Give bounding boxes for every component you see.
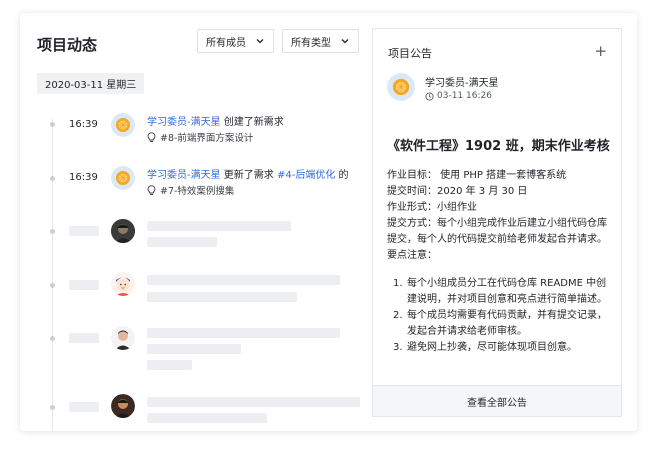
avatar[interactable] <box>111 272 135 296</box>
feed-action: 创建了新需求 <box>223 117 284 128</box>
list-item: 1. 每个小组成员分工在代码仓库 README 中创建说明，并对项目创意和亮点进行… <box>393 278 607 305</box>
announcement-line: 要点注意： <box>387 250 437 261</box>
point-text: 每个小组成员分工在代码仓库 README 中创建说明，并对项目创意和亮点进行简单… <box>407 278 607 305</box>
view-all-announcements-button[interactable]: 查看全部公告 <box>373 385 621 416</box>
feed-text: 学习委员-满天星 更新了需求 #4-后端优化 的 <box>147 166 349 181</box>
skeleton-line <box>147 344 241 354</box>
avatar[interactable] <box>387 73 415 101</box>
person-avatar-icon <box>111 394 135 418</box>
page-title: 项目动态 <box>37 36 98 54</box>
skeleton-line <box>147 413 267 423</box>
skeleton-time <box>69 226 99 236</box>
actor-link[interactable]: 学习委员-满天星 <box>147 117 221 128</box>
avatar[interactable] <box>111 326 135 350</box>
chevron-down-icon <box>256 39 264 44</box>
announcement-panel: 项目公告 + 学习委员-满天星 03-11 16:26 《软件工程》1902 班… <box>372 28 622 417</box>
announcement-author: 学习委员-满天星 <box>425 78 499 89</box>
avatar[interactable] <box>111 166 135 190</box>
member-filter-select[interactable]: 所有成员 <box>197 29 274 53</box>
add-announcement-button[interactable]: + <box>594 42 607 60</box>
actor-link[interactable]: 学习委员-满天星 <box>147 170 221 181</box>
skeleton-line <box>147 237 217 247</box>
feed-requirement[interactable]: #7-特效案例搜集 <box>160 183 234 197</box>
avatar[interactable] <box>111 394 135 418</box>
announcement-line: 提交方式：每个小组完成作业后建立小组代码仓库提交，每个人的代码提交前给老师发起合… <box>387 218 607 245</box>
skeleton-line <box>147 275 340 285</box>
feed-time: 16:39 <box>69 119 98 130</box>
feed-requirement[interactable]: #8-前端界面方案设计 <box>160 130 253 144</box>
type-filter-select[interactable]: 所有类型 <box>282 29 359 53</box>
orange-avatar-icon <box>387 73 415 101</box>
skeleton-line <box>147 292 297 302</box>
list-item: 3. 避免网上抄袭，尽可能体现项目创意。 <box>393 342 577 353</box>
point-text: 避免网上抄袭，尽可能体现项目创意。 <box>407 342 577 353</box>
timeline-dot <box>50 283 55 288</box>
skeleton-line <box>147 397 360 407</box>
date-group-label: 2020-03-11 星期三 <box>37 73 145 94</box>
orange-avatar-icon <box>111 113 135 137</box>
skeleton-time <box>69 280 99 290</box>
chevron-down-icon <box>341 39 349 44</box>
feed-action: 更新了需求 <box>223 170 274 181</box>
announcement-title: 项目公告 <box>388 47 432 60</box>
skeleton-time <box>69 333 99 343</box>
lightbulb-icon <box>147 131 156 142</box>
announcement-heading: 《软件工程》1902 班，期末作业考核 <box>387 139 610 154</box>
timeline-dot <box>50 176 55 181</box>
lightbulb-icon <box>147 184 156 195</box>
timeline-dot <box>50 336 55 341</box>
project-activity-card: 项目动态 所有成员 所有类型 2020-03-11 星期三 16:39 学习委员… <box>20 13 637 431</box>
announcement-time: 03-11 16:26 <box>425 91 492 101</box>
skeleton-line <box>147 328 340 338</box>
skeleton-time <box>69 402 99 412</box>
requirement-link[interactable]: #4-后端优化 <box>277 170 335 181</box>
announcement-line: 提交时间：2020 年 3 月 30 日 <box>387 186 528 197</box>
member-filter-value: 所有成员 <box>206 37 246 49</box>
timeline-axis <box>52 119 53 431</box>
feed-subtitle: #7-特效案例搜集 <box>147 183 234 197</box>
announcement-line: 作业形式：小组作业 <box>387 202 477 213</box>
feed-text: 学习委员-满天星 创建了新需求 <box>147 113 284 128</box>
skeleton-line <box>147 360 192 370</box>
timeline-dot <box>50 229 55 234</box>
orange-avatar-icon <box>111 166 135 190</box>
clock-icon <box>425 91 434 101</box>
feed-subtitle: #8-前端界面方案设计 <box>147 130 253 144</box>
list-item: 2. 每个成员均需要有代码贡献，并有提交记录，发起合并请求给老师审核。 <box>393 310 607 337</box>
timeline-dot <box>50 405 55 410</box>
point-text: 每个成员均需要有代码贡献，并有提交记录，发起合并请求给老师审核。 <box>407 310 607 337</box>
type-filter-value: 所有类型 <box>291 37 331 49</box>
announcement-line: 作业目标： 使用 PHP 搭建一套博客系统 <box>387 170 567 181</box>
avatar[interactable] <box>111 219 135 243</box>
skeleton-line <box>147 221 291 231</box>
timeline-dot <box>50 122 55 127</box>
cartoon-avatar-icon <box>111 272 135 296</box>
announcement-body: 作业目标： 使用 PHP 搭建一套博客系统 提交时间：2020 年 3 月 30… <box>387 168 613 356</box>
person-avatar-icon <box>111 326 135 350</box>
feed-time: 16:39 <box>69 172 98 183</box>
feed-tail: 的 <box>338 170 349 181</box>
person-avatar-icon <box>111 219 135 243</box>
avatar[interactable] <box>111 113 135 137</box>
announcement-timestamp: 03-11 16:26 <box>437 91 492 101</box>
announcement-points: 1. 每个小组成员分工在代码仓库 README 中创建说明，并对项目创意和亮点进行… <box>387 276 613 356</box>
